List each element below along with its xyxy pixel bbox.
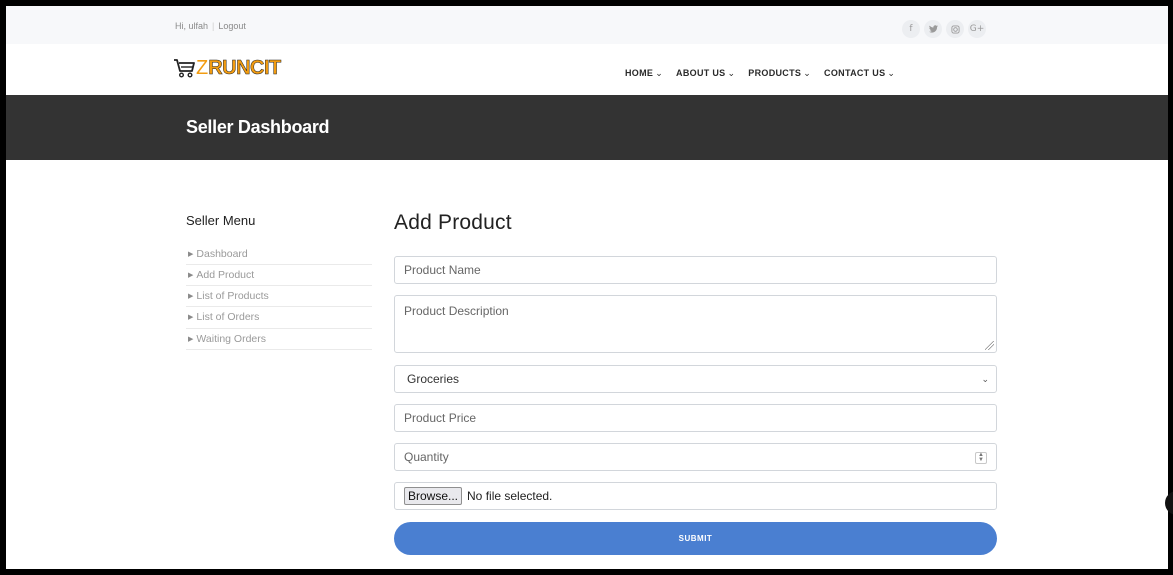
page-banner: Seller Dashboard [6, 95, 1168, 160]
sidebar-item-label: Waiting Orders [196, 332, 267, 345]
product-description-placeholder: Product Description [404, 304, 509, 318]
twitter-icon[interactable] [924, 20, 942, 38]
main-nav: HOME ⌄ ABOUT US ⌄ PRODUCTS ⌄ CONTACT US ⌄ [625, 68, 895, 79]
social-links: f G+ [902, 20, 986, 38]
sidebar-item-label: List of Orders [196, 311, 260, 324]
chevron-down-icon: ⌄ [803, 68, 812, 78]
seller-menu-list: ▶ Dashboard ▶ Add Product ▶ List of Product… [186, 244, 372, 350]
sidebar-item-label: List of Products [196, 290, 269, 303]
sidebar-item-waiting-orders[interactable]: ▶ Waiting Orders [186, 325, 372, 350]
nav-about-us-label: ABOUT US [676, 68, 726, 78]
nav-home-label: HOME [625, 68, 654, 78]
caret-right-icon: ▶ [188, 314, 194, 322]
quantity-input[interactable]: Quantity ▲ ▼ [394, 443, 997, 471]
sidebar-item-label: Add Product [196, 269, 255, 282]
product-price-input[interactable]: Product Price [394, 404, 997, 432]
caret-right-icon: ▶ [188, 293, 194, 301]
caret-right-icon: ▶ [188, 335, 194, 343]
category-selected-value: Groceries [407, 372, 460, 386]
product-name-placeholder: Product Name [404, 263, 481, 277]
category-select[interactable]: Groceries ⌄ [394, 365, 997, 393]
file-status-text: No file selected. [467, 489, 553, 503]
product-price-placeholder: Product Price [404, 411, 477, 425]
page-title: Seller Dashboard [186, 117, 330, 137]
site-logo[interactable]: Z RUNCIT [173, 57, 282, 79]
image-file-input: Browse... No file selected. [394, 482, 997, 510]
browse-button[interactable]: Browse... [404, 487, 463, 505]
submit-button[interactable]: SUBMIT [394, 522, 997, 555]
quantity-stepper[interactable]: ▲ ▼ [975, 452, 987, 464]
sidebar-item-label: Dashboard [196, 248, 248, 260]
nav-contact-us-label: CONTACT US [824, 68, 886, 78]
instagram-icon[interactable] [946, 20, 964, 38]
chevron-down-icon: ⌄ [727, 68, 736, 78]
chevron-down-icon: ⌄ [887, 68, 896, 78]
page: Hi, ulfah|Logout f G+ Z RUNCIT HOME⌄ [6, 6, 1168, 569]
logout-link[interactable]: Logout [218, 21, 246, 31]
facebook-icon[interactable]: f [902, 20, 920, 38]
chevron-down-icon: ⌄ [655, 68, 664, 78]
product-name-input[interactable]: Product Name [394, 256, 997, 284]
quantity-placeholder: Quantity [404, 450, 449, 464]
user-greeting-area: Hi, ulfah | Logout [175, 21, 246, 31]
product-description-textarea[interactable]: Product Description [394, 295, 997, 353]
nav-products-label: PRODUCTS [748, 68, 802, 78]
nav-about-us[interactable]: ABOUT US ⌄ [676, 68, 735, 79]
logo-prefix: Z [196, 57, 209, 79]
topbar-separator: | [212, 21, 215, 31]
nav-home[interactable]: HOME ⌄ [625, 68, 663, 79]
add-product-form: Add Product Product Name Product Descrip… [394, 211, 998, 555]
greeting-text: Hi, ulfah [175, 21, 209, 31]
shopping-cart-icon [174, 59, 195, 78]
seller-menu: Seller Menu ▶ Dashboard ▶ Add Product ▶ Lis… [186, 213, 372, 350]
main-navbar: Z RUNCIT HOME ⌄ ABOUT US ⌄ PRODUCTS ⌄ CONTA… [6, 44, 1168, 95]
caret-right-icon: ▶ [188, 251, 194, 258]
resize-grip-icon[interactable] [985, 341, 994, 350]
google-plus-icon[interactable]: G+ [968, 20, 986, 38]
chevron-down-icon: ⌄ [981, 374, 989, 384]
seller-menu-title: Seller Menu [186, 213, 256, 228]
caret-right-icon: ▶ [188, 272, 194, 280]
nav-products[interactable]: PRODUCTS ⌄ [748, 68, 811, 79]
form-heading: Add Product [394, 211, 512, 234]
logo-wordmark: RUNCIT [208, 57, 282, 79]
nav-contact-us[interactable]: CONTACT US ⌄ [824, 68, 895, 79]
top-bar: Hi, ulfah | Logout f G+ [6, 6, 1168, 44]
